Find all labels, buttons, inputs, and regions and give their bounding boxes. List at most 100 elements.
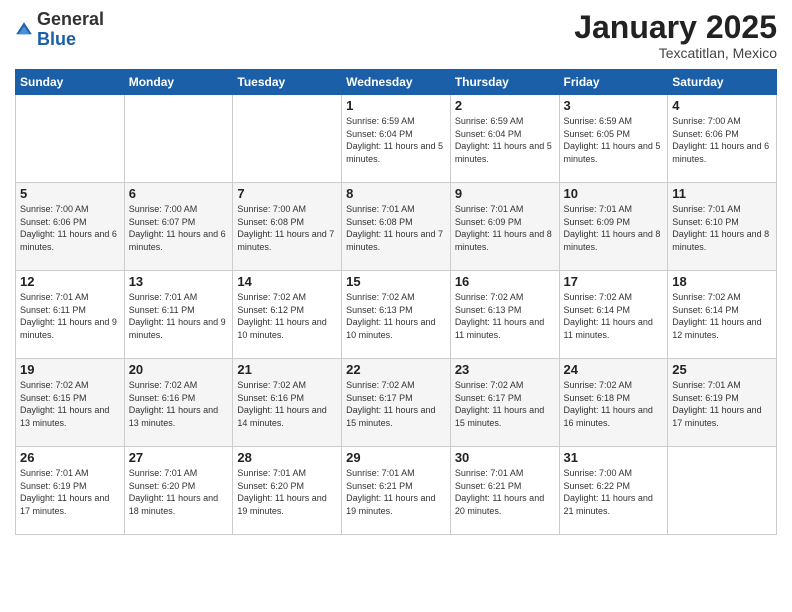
day-info: Sunrise: 7:02 AMSunset: 6:13 PMDaylight:… [455, 291, 555, 341]
table-row: 10 Sunrise: 7:01 AMSunset: 6:09 PMDayligh… [559, 183, 668, 271]
table-row: 7Sunrise: 7:00 AMSunset: 6:08 PMDaylight… [233, 183, 342, 271]
day-number: 25 [672, 362, 772, 377]
day-info: Sunrise: 7:00 AMSunset: 6:22 PMDaylight:… [564, 467, 664, 517]
table-row [16, 95, 125, 183]
table-row: 11Sunrise: 7:01 AMSunset: 6:10 PMDayligh… [668, 183, 777, 271]
calendar-week-row: 12 Sunrise: 7:01 AMSunset: 6:11 PMDayligh… [16, 271, 777, 359]
table-row: 12 Sunrise: 7:01 AMSunset: 6:11 PMDayligh… [16, 271, 125, 359]
table-row: 27 Sunrise: 7:01 AMSunset: 6:20 PMDayligh… [124, 447, 233, 535]
day-number: 18 [672, 274, 772, 289]
day-info: Sunrise: 7:01 AMSunset: 6:19 PMDaylight:… [672, 379, 772, 429]
table-row: 1Sunrise: 6:59 AMSunset: 6:04 PMDaylight… [342, 95, 451, 183]
day-info: Sunrise: 7:01 AMSunset: 6:21 PMDaylight:… [455, 467, 555, 517]
logo: General Blue [15, 10, 104, 50]
day-number: 16 [455, 274, 555, 289]
table-row [668, 447, 777, 535]
day-info: Sunrise: 7:02 AMSunset: 6:16 PMDaylight:… [129, 379, 229, 429]
table-row: 18 Sunrise: 7:02 AMSunset: 6:14 PMDayligh… [668, 271, 777, 359]
day-info: Sunrise: 7:02 AMSunset: 6:17 PMDaylight:… [346, 379, 446, 429]
calendar-week-row: 1Sunrise: 6:59 AMSunset: 6:04 PMDaylight… [16, 95, 777, 183]
day-number: 24 [564, 362, 664, 377]
day-info: Sunrise: 7:01 AMSunset: 6:09 PMDaylight:… [564, 203, 664, 253]
table-row: 31 Sunrise: 7:00 AMSunset: 6:22 PMDayligh… [559, 447, 668, 535]
day-info: Sunrise: 7:02 AMSunset: 6:15 PMDaylight:… [20, 379, 120, 429]
table-row: 28 Sunrise: 7:01 AMSunset: 6:20 PMDayligh… [233, 447, 342, 535]
table-row: 5Sunrise: 7:00 AMSunset: 6:06 PMDaylight… [16, 183, 125, 271]
header-sunday: Sunday [16, 70, 125, 95]
table-row: 16 Sunrise: 7:02 AMSunset: 6:13 PMDayligh… [450, 271, 559, 359]
day-number: 14 [237, 274, 337, 289]
table-row: 25 Sunrise: 7:01 AMSunset: 6:19 PMDayligh… [668, 359, 777, 447]
header-friday: Friday [559, 70, 668, 95]
header-thursday: Thursday [450, 70, 559, 95]
table-row: 14 Sunrise: 7:02 AMSunset: 6:12 PMDayligh… [233, 271, 342, 359]
day-number: 27 [129, 450, 229, 465]
table-row: 8Sunrise: 7:01 AMSunset: 6:08 PMDaylight… [342, 183, 451, 271]
day-number: 15 [346, 274, 446, 289]
day-info: Sunrise: 7:01 AMSunset: 6:11 PMDaylight:… [20, 291, 120, 341]
day-info: Sunrise: 7:01 AMSunset: 6:20 PMDaylight:… [129, 467, 229, 517]
header-wednesday: Wednesday [342, 70, 451, 95]
day-info: Sunrise: 7:02 AMSunset: 6:13 PMDaylight:… [346, 291, 446, 341]
table-row: 30 Sunrise: 7:01 AMSunset: 6:21 PMDayligh… [450, 447, 559, 535]
day-info: Sunrise: 7:02 AMSunset: 6:12 PMDaylight:… [237, 291, 337, 341]
day-number: 30 [455, 450, 555, 465]
day-number: 20 [129, 362, 229, 377]
day-info: Sunrise: 7:01 AMSunset: 6:21 PMDaylight:… [346, 467, 446, 517]
day-number: 9 [455, 186, 555, 201]
calendar-week-row: 26 Sunrise: 7:01 AMSunset: 6:19 PMDayligh… [16, 447, 777, 535]
table-row: 20 Sunrise: 7:02 AMSunset: 6:16 PMDayligh… [124, 359, 233, 447]
logo-blue-text: Blue [37, 29, 76, 49]
day-info: Sunrise: 7:01 AMSunset: 6:20 PMDaylight:… [237, 467, 337, 517]
day-info: Sunrise: 7:00 AMSunset: 6:06 PMDaylight:… [20, 203, 120, 253]
table-row: 6Sunrise: 7:00 AMSunset: 6:07 PMDaylight… [124, 183, 233, 271]
table-row: 4Sunrise: 7:00 AMSunset: 6:06 PMDaylight… [668, 95, 777, 183]
day-info: Sunrise: 7:00 AMSunset: 6:07 PMDaylight:… [129, 203, 229, 253]
header-saturday: Saturday [668, 70, 777, 95]
day-number: 28 [237, 450, 337, 465]
calendar-table: Sunday Monday Tuesday Wednesday Thursday… [15, 69, 777, 535]
day-info: Sunrise: 7:01 AMSunset: 6:19 PMDaylight:… [20, 467, 120, 517]
header-tuesday: Tuesday [233, 70, 342, 95]
table-row: 17Sunrise: 7:02 AMSunset: 6:14 PMDayligh… [559, 271, 668, 359]
day-info: Sunrise: 7:02 AMSunset: 6:14 PMDaylight:… [672, 291, 772, 341]
day-info: Sunrise: 7:01 AMSunset: 6:10 PMDaylight:… [672, 203, 772, 253]
day-number: 1 [346, 98, 446, 113]
day-info: Sunrise: 7:01 AMSunset: 6:09 PMDaylight:… [455, 203, 555, 253]
table-row: 29 Sunrise: 7:01 AMSunset: 6:21 PMDayligh… [342, 447, 451, 535]
table-row: 13Sunrise: 7:01 AMSunset: 6:11 PMDayligh… [124, 271, 233, 359]
day-number: 2 [455, 98, 555, 113]
table-row [233, 95, 342, 183]
month-title: January 2025 [574, 10, 777, 45]
day-number: 17 [564, 274, 664, 289]
day-number: 10 [564, 186, 664, 201]
table-row: 15 Sunrise: 7:02 AMSunset: 6:13 PMDayligh… [342, 271, 451, 359]
day-number: 31 [564, 450, 664, 465]
day-number: 26 [20, 450, 120, 465]
day-number: 13 [129, 274, 229, 289]
day-number: 23 [455, 362, 555, 377]
table-row [124, 95, 233, 183]
table-row: 2Sunrise: 6:59 AMSunset: 6:04 PMDaylight… [450, 95, 559, 183]
page: General Blue January 2025 Texcatitlan, M… [0, 0, 792, 612]
day-info: Sunrise: 7:02 AMSunset: 6:18 PMDaylight:… [564, 379, 664, 429]
table-row: 3Sunrise: 6:59 AMSunset: 6:05 PMDaylight… [559, 95, 668, 183]
day-info: Sunrise: 7:02 AMSunset: 6:16 PMDaylight:… [237, 379, 337, 429]
location-subtitle: Texcatitlan, Mexico [574, 45, 777, 61]
table-row: 22 Sunrise: 7:02 AMSunset: 6:17 PMDayligh… [342, 359, 451, 447]
day-number: 29 [346, 450, 446, 465]
table-row: 24 Sunrise: 7:02 AMSunset: 6:18 PMDayligh… [559, 359, 668, 447]
day-number: 22 [346, 362, 446, 377]
day-number: 7 [237, 186, 337, 201]
calendar-week-row: 5Sunrise: 7:00 AMSunset: 6:06 PMDaylight… [16, 183, 777, 271]
weekday-header-row: Sunday Monday Tuesday Wednesday Thursday… [16, 70, 777, 95]
day-number: 3 [564, 98, 664, 113]
day-number: 12 [20, 274, 120, 289]
table-row: 19Sunrise: 7:02 AMSunset: 6:15 PMDayligh… [16, 359, 125, 447]
day-number: 8 [346, 186, 446, 201]
day-info: Sunrise: 7:02 AMSunset: 6:17 PMDaylight:… [455, 379, 555, 429]
table-row: 23 Sunrise: 7:02 AMSunset: 6:17 PMDayligh… [450, 359, 559, 447]
title-block: January 2025 Texcatitlan, Mexico [574, 10, 777, 61]
day-number: 21 [237, 362, 337, 377]
table-row: 21 Sunrise: 7:02 AMSunset: 6:16 PMDayligh… [233, 359, 342, 447]
